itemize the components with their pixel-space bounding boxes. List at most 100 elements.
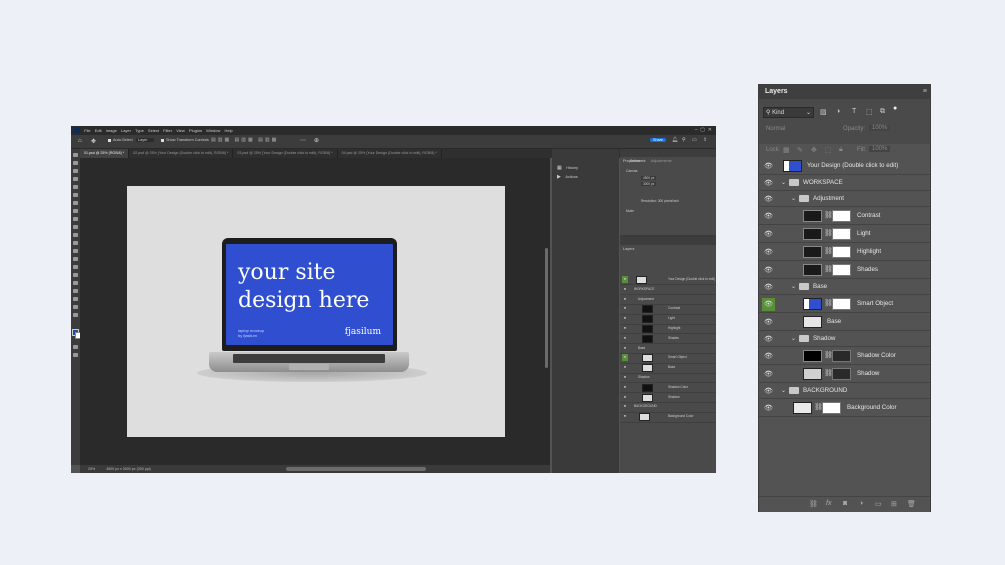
new-adjustment-icon[interactable]: ◑ (859, 500, 863, 507)
ps-logo-icon[interactable] (74, 127, 80, 133)
lock-brush-icon[interactable]: ✎ (797, 146, 803, 154)
eye-icon[interactable]: 👁︎ (762, 385, 775, 398)
eye-icon[interactable]: 👁︎ (762, 281, 775, 294)
eye-icon[interactable]: ● (622, 335, 628, 342)
menu-help[interactable]: Help (225, 126, 233, 135)
mini-layers-title[interactable]: Layers (623, 247, 634, 251)
canvas[interactable]: your site design here laptop mockup by f… (127, 186, 505, 437)
layer-row[interactable]: 👁︎ ⛓ Light (759, 225, 930, 243)
layer-name[interactable]: Highlight (857, 248, 881, 255)
align-icons[interactable]: ▤▥▦ ▤▥▦ ▤▥▦ (211, 137, 278, 143)
notifications-icon[interactable]: 🔔︎ (672, 137, 678, 143)
home-icon[interactable]: ⌂ (78, 138, 82, 144)
tab-04[interactable]: 04.psd @ 25% (Your Design (Double click … (338, 149, 442, 158)
menu-layer[interactable]: Layer (121, 126, 131, 135)
filter-type-icon[interactable]: T (852, 108, 856, 115)
quick-mask-icon[interactable] (73, 345, 78, 349)
workspace-icon[interactable]: ▭ (692, 137, 697, 143)
layer-mask-thumbnail[interactable] (832, 368, 851, 380)
eye-icon[interactable]: 👁︎ (762, 402, 775, 415)
search-icon[interactable]: ⚲ (682, 137, 686, 143)
eye-icon[interactable]: ● (622, 354, 628, 362)
blend-mode-dropdown[interactable]: Normal (766, 126, 785, 132)
zoom-level[interactable]: 25% (88, 467, 95, 471)
tab-03[interactable]: 03.psd @ 25% (Your Design (Double click … (233, 149, 338, 158)
menu-window[interactable]: Window (206, 126, 220, 135)
share-doc-icon[interactable]: ⇪ (703, 137, 707, 143)
eye-icon[interactable]: 👁︎ (762, 297, 775, 311)
filter-toggle-icon[interactable]: ● (893, 105, 897, 112)
layer-name[interactable]: Smart Object (857, 300, 893, 307)
menu-filter[interactable]: Filter (163, 126, 172, 135)
share-button[interactable]: Share (650, 138, 667, 142)
dodge-tool-icon[interactable] (73, 257, 78, 261)
layer-mask-thumbnail[interactable] (832, 264, 851, 276)
layer-row[interactable]: 👁︎ ⛓ Shadow (759, 365, 930, 383)
chevron-down-icon[interactable]: ⌄ (781, 387, 786, 394)
chevron-down-icon[interactable]: ⌄ (791, 283, 796, 290)
layer-group-row[interactable]: 👁︎ ⌄ Shadow (759, 331, 930, 347)
layer-name[interactable]: Shadow (813, 335, 835, 342)
menu-plugins[interactable]: Plugins (189, 126, 202, 135)
layer-mask-thumbnail[interactable] (832, 228, 851, 240)
filter-adjustment-icon[interactable]: ◑ (836, 108, 840, 115)
eye-icon[interactable]: ● (622, 296, 628, 303)
eye-icon[interactable]: ● (622, 364, 628, 371)
kind-filter-dropdown[interactable]: ⚲ Kind ⌄ (763, 107, 814, 118)
zoom-tool-icon[interactable] (73, 305, 78, 309)
eye-icon[interactable]: 👁︎ (762, 228, 775, 241)
filter-smart-object-icon[interactable]: ⧉ (880, 108, 885, 116)
show-transform-checkbox[interactable] (161, 139, 164, 142)
document-area[interactable]: your site design here laptop mockup by f… (80, 158, 550, 465)
eye-icon[interactable]: ● (622, 384, 628, 391)
menu-file[interactable]: File (84, 126, 90, 135)
layer-name[interactable]: Shadow (857, 370, 879, 377)
eye-icon[interactable]: ● (622, 413, 628, 420)
move-tool-icon[interactable] (73, 153, 78, 157)
layer-row[interactable]: 👁︎ ⛓ Smart Object (759, 295, 930, 313)
fill-value[interactable]: 100% (869, 146, 891, 152)
chevron-down-icon[interactable]: ⌄ (791, 195, 796, 202)
lasso-tool-icon[interactable] (73, 169, 78, 173)
add-style-icon[interactable]: fx (826, 500, 831, 507)
layer-group-row[interactable]: 👁︎ ⌄ Adjustment (759, 191, 930, 207)
gradient-tool-icon[interactable] (73, 241, 78, 245)
blur-tool-icon[interactable] (73, 249, 78, 253)
new-group-icon[interactable]: ▭ (875, 500, 882, 508)
eye-icon[interactable]: ● (622, 276, 628, 283)
eye-icon[interactable]: ● (622, 374, 628, 381)
tab-01[interactable]: 01.psd @ 25% (RGB/8) * (80, 149, 130, 158)
layer-name[interactable]: Adjustment (813, 195, 844, 202)
clone-stamp-icon[interactable] (73, 217, 78, 221)
layer-mask-thumbnail[interactable] (832, 210, 851, 222)
healing-tool-icon[interactable] (73, 201, 78, 205)
lock-artboard-icon[interactable]: ⬚ (825, 146, 832, 154)
delete-layer-icon[interactable]: 🗑︎ (907, 500, 916, 508)
layer-row[interactable]: 👁︎ ⛓ Background Color (759, 399, 930, 417)
eye-icon[interactable]: 👁︎ (762, 160, 775, 173)
3d-mode-icon[interactable]: ⊕ (314, 137, 319, 144)
menu-select[interactable]: Select (148, 126, 159, 135)
more-icon[interactable]: ⋯ (300, 137, 306, 144)
screen-mode-icon[interactable] (73, 353, 78, 357)
eye-icon[interactable]: ● (622, 286, 628, 293)
eye-icon[interactable]: 👁︎ (762, 350, 775, 363)
layer-name[interactable]: Light (857, 230, 870, 237)
layer-name[interactable]: Your Design (Double click to edit) (807, 162, 898, 169)
tab-adjustments[interactable]: Adjustments (651, 159, 672, 163)
layer-name[interactable]: Base (813, 283, 827, 290)
eraser-tool-icon[interactable] (73, 233, 78, 237)
lock-all-icon[interactable]: 🔒︎ (839, 146, 843, 154)
menu-image[interactable]: Image (106, 126, 117, 135)
filter-pixel-icon[interactable]: ▨ (820, 108, 827, 116)
opacity-value[interactable]: 100% (869, 125, 891, 131)
panel-menu-icon[interactable]: ≡ (923, 88, 927, 95)
type-tool-icon[interactable] (73, 273, 78, 277)
more-tools-icon[interactable] (73, 313, 78, 317)
path-select-icon[interactable] (73, 281, 78, 285)
layer-name[interactable]: Contrast (857, 212, 880, 219)
eye-icon[interactable]: ● (622, 305, 628, 312)
eye-icon[interactable]: 👁︎ (762, 333, 775, 346)
vertical-scrollbar[interactable] (545, 248, 548, 368)
layer-group-row[interactable]: 👁︎ ⌄ WORKSPACE (759, 175, 930, 191)
